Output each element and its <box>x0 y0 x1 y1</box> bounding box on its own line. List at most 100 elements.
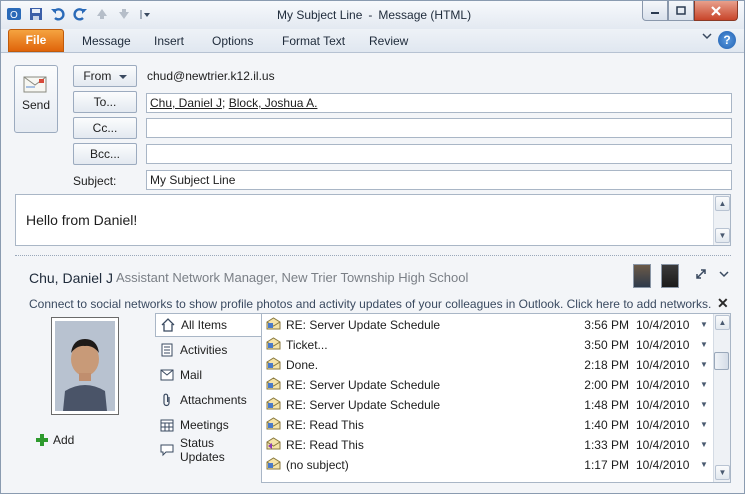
tab-insert[interactable]: Insert <box>154 34 184 48</box>
nav-attachments[interactable]: Attachments <box>155 388 261 412</box>
nav-mail[interactable]: Mail <box>155 363 261 387</box>
item-time: 3:50 PM <box>584 338 629 352</box>
item-time: 1:33 PM <box>584 438 629 452</box>
down-arrow-icon[interactable] <box>115 5 133 23</box>
close-button[interactable] <box>694 1 738 21</box>
social-network-notice[interactable]: Connect to social networks to show profi… <box>29 297 711 311</box>
tab-review[interactable]: Review <box>369 34 408 48</box>
recipient-chu-daniel[interactable]: Chu, Daniel J <box>150 96 222 110</box>
send-button[interactable]: Send <box>14 65 58 133</box>
body-scrollbar[interactable]: ▲ ▼ <box>713 195 730 245</box>
list-item[interactable]: Done. 2:18 PM 10/4/2010 ▼ <box>262 354 714 374</box>
item-time: 1:48 PM <box>584 398 629 412</box>
nav-label: Status Updates <box>180 436 225 464</box>
scroll-down-arrow[interactable]: ▼ <box>715 228 730 243</box>
message-body[interactable]: Hello from Daniel! ▲ ▼ <box>15 194 731 246</box>
list-item[interactable]: Ticket... 3:50 PM 10/4/2010 ▼ <box>262 334 714 354</box>
list-item[interactable]: RE: Server Update Schedule 3:56 PM 10/4/… <box>262 314 714 334</box>
to-button[interactable]: To... <box>73 91 137 113</box>
item-dropdown-icon[interactable]: ▼ <box>700 420 708 429</box>
item-dropdown-icon[interactable]: ▼ <box>700 320 708 329</box>
from-label: From <box>83 69 112 83</box>
item-date: 10/4/2010 <box>636 358 690 372</box>
customize-toolbar-icon[interactable] <box>137 5 155 23</box>
people-pane-splitter[interactable] <box>15 255 731 258</box>
home-icon <box>161 318 175 332</box>
activities-icon <box>160 343 174 357</box>
item-dropdown-icon[interactable]: ▼ <box>700 460 708 469</box>
cc-field[interactable] <box>146 118 732 138</box>
item-dropdown-icon[interactable]: ▼ <box>700 360 708 369</box>
nav-status-updates[interactable]: Status Updates <box>155 436 261 464</box>
svg-text:O: O <box>10 10 18 21</box>
item-subject: Done. <box>286 358 319 372</box>
nav-label: Attachments <box>180 393 247 407</box>
item-time: 3:56 PM <box>584 318 629 332</box>
maximize-button[interactable] <box>668 1 694 21</box>
contact-thumbnail[interactable] <box>633 264 651 288</box>
outlook-message-window: O My Subject Line - Message (HTML) File … <box>0 0 745 494</box>
minimize-button[interactable] <box>642 1 668 21</box>
item-time: 2:18 PM <box>584 358 629 372</box>
list-item[interactable]: (no subject) 1:17 PM 10/4/2010 ▼ <box>262 454 714 474</box>
replied-mail-icon <box>266 437 281 450</box>
item-list-scrollbar[interactable]: ▲ ▼ <box>713 314 730 482</box>
item-subject: RE: Read This <box>286 418 364 432</box>
bcc-button[interactable]: Bcc... <box>73 143 137 165</box>
title-subject: My Subject Line <box>277 8 363 22</box>
from-button[interactable]: From <box>73 65 137 87</box>
add-contact-button[interactable]: Add <box>35 433 74 447</box>
undo-icon[interactable] <box>49 5 67 23</box>
item-dropdown-icon[interactable]: ▼ <box>700 380 708 389</box>
title-separator: - <box>368 8 373 22</box>
redo-icon[interactable] <box>71 5 89 23</box>
scroll-up-arrow[interactable]: ▲ <box>715 196 730 211</box>
help-button[interactable]: ? <box>718 31 736 49</box>
nav-label: Meetings <box>180 418 229 432</box>
list-item[interactable]: RE: Server Update Schedule 1:48 PM 10/4/… <box>262 394 714 414</box>
cc-button[interactable]: Cc... <box>73 117 137 139</box>
tab-options[interactable]: Options <box>212 34 253 48</box>
save-icon[interactable] <box>27 5 45 23</box>
scroll-thumb[interactable] <box>714 352 729 370</box>
quick-access-toolbar: O <box>5 5 155 23</box>
calendar-icon <box>160 418 174 432</box>
tab-format-text[interactable]: Format Text <box>282 34 345 48</box>
recipient-block-joshua[interactable]: Block, Joshua A. <box>229 96 318 110</box>
subject-field[interactable]: My Subject Line <box>146 170 732 190</box>
contact-photo-image <box>55 321 115 411</box>
collapse-pane-icon[interactable] <box>719 268 729 282</box>
compose-header: Send From chud@newtrier.k12.il.us To... … <box>7 57 740 193</box>
up-arrow-icon[interactable] <box>93 5 111 23</box>
item-date: 10/4/2010 <box>636 338 690 352</box>
item-dropdown-icon[interactable]: ▼ <box>700 400 708 409</box>
read-mail-icon <box>266 457 281 470</box>
list-item[interactable]: RE: Read This 1:33 PM 10/4/2010 ▼ <box>262 434 714 454</box>
add-label: Add <box>53 433 75 447</box>
nav-all-items[interactable]: All Items <box>155 313 261 337</box>
tab-message[interactable]: Message <box>82 34 131 48</box>
item-time: 1:40 PM <box>584 418 629 432</box>
scroll-up-arrow[interactable]: ▲ <box>715 315 730 330</box>
to-field[interactable]: Chu, Daniel J; Block, Joshua A. <box>146 93 732 113</box>
item-dropdown-icon[interactable]: ▼ <box>700 440 708 449</box>
from-dropdown-icon <box>118 75 127 79</box>
bcc-field[interactable] <box>146 144 732 164</box>
list-item[interactable]: RE: Read This 1:40 PM 10/4/2010 ▼ <box>262 414 714 434</box>
tab-file[interactable]: File <box>8 29 64 52</box>
ribbon-tabs: File Message Insert Options Format Text … <box>1 29 744 53</box>
expand-pane-icon[interactable] <box>695 268 707 283</box>
ribbon-collapse-icon[interactable] <box>702 33 712 44</box>
add-plus-icon <box>36 434 48 446</box>
item-subject: RE: Server Update Schedule <box>286 378 441 392</box>
nav-activities[interactable]: Activities <box>155 338 261 362</box>
list-item[interactable]: RE: Server Update Schedule 2:00 PM 10/4/… <box>262 374 714 394</box>
scroll-down-arrow[interactable]: ▼ <box>715 465 730 480</box>
item-dropdown-icon[interactable]: ▼ <box>700 340 708 349</box>
subject-label: Subject: <box>73 174 117 188</box>
nav-meetings[interactable]: Meetings <box>155 413 261 437</box>
outlook-app-icon[interactable]: O <box>5 5 23 23</box>
contact-thumbnail[interactable] <box>661 264 679 288</box>
dismiss-notice-icon[interactable]: ✕ <box>717 295 729 312</box>
item-date: 10/4/2010 <box>636 398 690 412</box>
